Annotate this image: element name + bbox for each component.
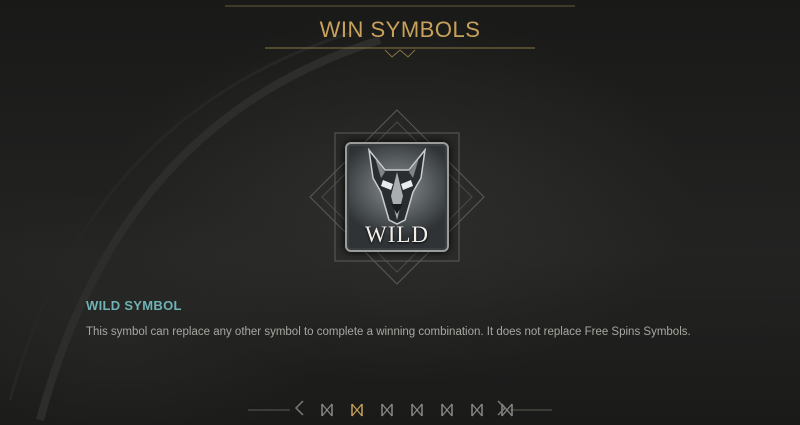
section-description: This symbol can replace any other symbol…: [86, 326, 691, 338]
page-dot-5[interactable]: [441, 403, 453, 417]
wild-symbol-tile: WILD: [345, 142, 449, 252]
wolf-head-icon: [367, 148, 427, 225]
rune-dot-icon: [381, 403, 393, 417]
page-dot-2[interactable]: [351, 403, 363, 417]
rune-dot-icon: [411, 403, 423, 417]
bg-arc: [36, 36, 382, 422]
next-page-button[interactable]: [497, 400, 507, 421]
rune-dot-icon: [321, 403, 333, 417]
page-dot-6[interactable]: [471, 403, 483, 417]
prev-page-button[interactable]: [294, 400, 304, 421]
page-title: WIN SYMBOLS: [319, 17, 481, 42]
title-chevrons: [384, 49, 416, 58]
page-dot-4[interactable]: [411, 403, 423, 417]
rune-dot-icon: [471, 403, 483, 417]
page-navigation: [0, 397, 800, 425]
page-dot-3[interactable]: [381, 403, 393, 417]
chevron-right-icon: [497, 400, 507, 416]
wild-badge-text: WILD: [364, 222, 430, 247]
section-heading: WILD SYMBOL: [86, 298, 182, 313]
rune-dot-icon: [351, 403, 363, 417]
rune-dot-icon: [441, 403, 453, 417]
page-dot-1[interactable]: [321, 403, 333, 417]
chevron-left-icon: [294, 400, 304, 416]
